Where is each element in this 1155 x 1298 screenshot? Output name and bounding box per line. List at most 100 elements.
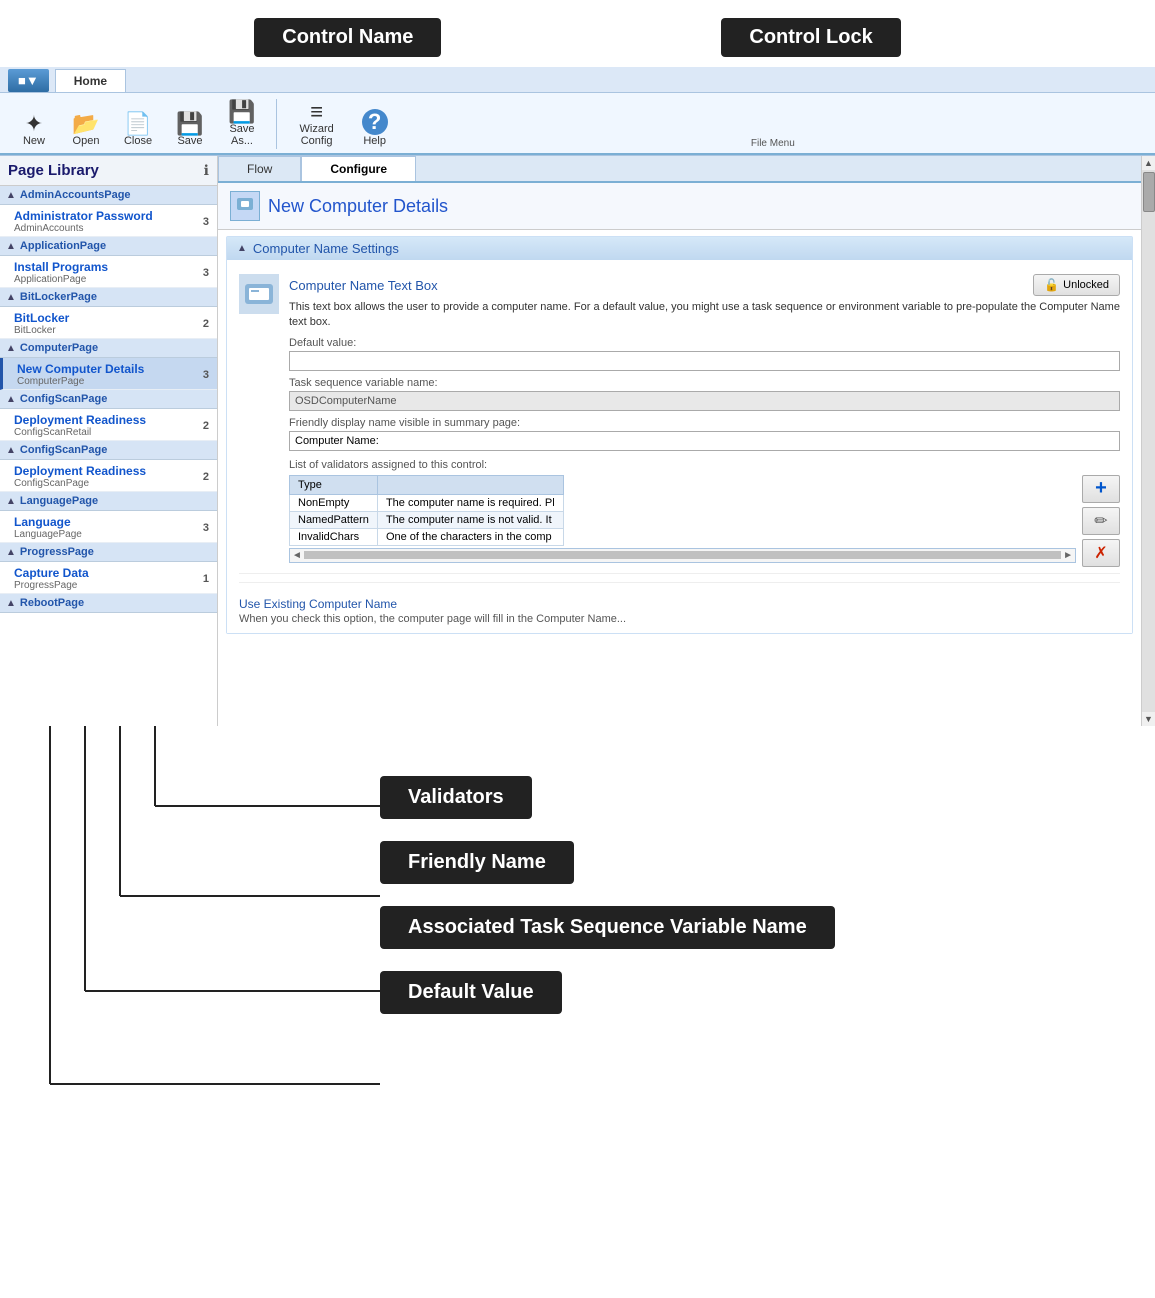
use-existing-link[interactable]: Use Existing Computer Name bbox=[239, 597, 1120, 611]
computer-name-section: ▲ Computer Name Settings Computer Name T… bbox=[226, 236, 1133, 634]
validator-desc-3: One of the characters in the comp bbox=[377, 528, 563, 545]
control-name: Computer Name Text Box bbox=[289, 278, 438, 293]
sidebar-group-progress[interactable]: ▲ ProgressPage bbox=[0, 543, 217, 562]
sidebar-group-configscan2[interactable]: ▲ ConfigScanPage bbox=[0, 441, 217, 460]
task-seq-input[interactable] bbox=[289, 391, 1120, 411]
sidebar-group-bitlocker[interactable]: ▲ BitLockerPage bbox=[0, 288, 217, 307]
tab-configure[interactable]: Configure bbox=[301, 156, 416, 181]
sidebar-item-deployment-readiness-2[interactable]: Deployment Readiness ConfigScanPage 2 bbox=[0, 460, 217, 492]
ribbon-body: ✦ New 📂 Open 📄 Close 💾 Save 💾 Save As...… bbox=[0, 93, 1155, 155]
validator-type-2: NamedPattern bbox=[290, 511, 378, 528]
ribbon-btn-help[interactable]: ? Help bbox=[353, 107, 397, 149]
ribbon-btn-save[interactable]: 💾 Save bbox=[168, 111, 212, 149]
control-lock-button[interactable]: 🔓 Unlocked bbox=[1033, 274, 1120, 296]
scroll-up-button[interactable]: ▲ bbox=[1144, 156, 1153, 170]
group-arrow-reboot: ▲ bbox=[6, 598, 16, 609]
control-info: Computer Name Text Box 🔓 Unlocked This t… bbox=[289, 274, 1120, 567]
sidebar-item-new-computer-details[interactable]: New Computer Details ComputerPage 3 bbox=[0, 358, 217, 390]
sidebar-item-bitlocker[interactable]: BitLocker BitLocker 2 bbox=[0, 307, 217, 339]
file-menu-label: File Menu bbox=[413, 138, 1133, 149]
ribbon-tabs: ■▼ Home bbox=[0, 67, 1155, 93]
section-title: Computer Name Settings bbox=[253, 241, 399, 256]
save-as-icon: 💾 bbox=[228, 101, 255, 123]
sidebar-group-configscan1[interactable]: ▲ ConfigScanPage bbox=[0, 390, 217, 409]
sidebar-group-admin[interactable]: ▲ AdminAccountsPage bbox=[0, 186, 217, 205]
group-arrow-admin: ▲ bbox=[6, 190, 16, 201]
control-name-label: Control Name bbox=[254, 18, 441, 57]
ribbon: ■▼ Home ✦ New 📂 Open 📄 Close 💾 Save 💾 Sa… bbox=[0, 67, 1155, 156]
control-title-row: Computer Name Text Box 🔓 Unlocked bbox=[289, 274, 1120, 296]
validators-table: Type NonEmpty The compute bbox=[289, 475, 564, 546]
validator-type-1: NonEmpty bbox=[290, 494, 378, 511]
ribbon-tab-home[interactable]: Home bbox=[55, 69, 126, 92]
group-arrow-configscan1: ▲ bbox=[6, 394, 16, 405]
validators-section: List of validators assigned to this cont… bbox=[289, 459, 1120, 567]
validators-label: List of validators assigned to this cont… bbox=[289, 459, 1120, 471]
sidebar-item-install-programs[interactable]: Install Programs ApplicationPage 3 bbox=[0, 256, 217, 288]
page-header-icon bbox=[230, 191, 260, 221]
vertical-scrollbar[interactable]: ▲ ▼ bbox=[1141, 156, 1155, 726]
sidebar-item-language[interactable]: Language LanguagePage 3 bbox=[0, 511, 217, 543]
sidebar-info-button[interactable]: ℹ bbox=[204, 162, 209, 179]
scroll-track bbox=[1142, 170, 1155, 712]
col-desc bbox=[377, 475, 563, 494]
sidebar-group-reboot[interactable]: ▲ RebootPage bbox=[0, 594, 217, 613]
friendly-input[interactable] bbox=[289, 431, 1120, 451]
group-arrow-bitlocker: ▲ bbox=[6, 292, 16, 303]
app-menu-button[interactable]: ■▼ bbox=[8, 69, 49, 92]
sidebar-item-admin-password[interactable]: Administrator Password AdminAccounts 3 bbox=[0, 205, 217, 237]
ribbon-btn-close[interactable]: 📄 Close bbox=[116, 111, 160, 149]
annot-task-seq-row: Associated Task Sequence Variable Name bbox=[0, 906, 1155, 949]
sidebar-item-capture-data[interactable]: Capture Data ProgressPage 1 bbox=[0, 562, 217, 594]
delete-validator-button[interactable]: ✗ bbox=[1082, 539, 1120, 567]
scroll-down-button[interactable]: ▼ bbox=[1144, 712, 1153, 726]
sidebar-group-application[interactable]: ▲ ApplicationPage bbox=[0, 237, 217, 256]
validators-wrapper: Type NonEmpty The compute bbox=[289, 475, 1120, 567]
use-existing-desc: When you check this option, the computer… bbox=[239, 613, 1120, 625]
validator-desc-2: The computer name is not valid. It bbox=[377, 511, 563, 528]
control-row: Computer Name Text Box 🔓 Unlocked This t… bbox=[239, 268, 1120, 574]
open-icon: 📂 bbox=[72, 113, 99, 135]
ribbon-btn-save-as[interactable]: 💾 Save As... bbox=[220, 99, 264, 149]
annot-friendly-row: Friendly Name bbox=[0, 841, 1155, 884]
top-labels-row: Control Name Control Lock bbox=[0, 0, 1155, 67]
lock-icon: 🔓 bbox=[1044, 278, 1059, 292]
annot-task-seq-var: Associated Task Sequence Variable Name bbox=[380, 906, 835, 949]
scroll-handle[interactable] bbox=[1143, 172, 1155, 212]
group-arrow-computer: ▲ bbox=[6, 343, 16, 354]
table-row: InvalidChars One of the characters in th… bbox=[290, 528, 564, 545]
scroll-thumb bbox=[304, 551, 1061, 559]
ribbon-btn-wizard-config[interactable]: ≡ Wizard Config bbox=[289, 99, 345, 149]
control-lock-label: Control Lock bbox=[721, 18, 900, 57]
content-tabs: Flow Configure bbox=[218, 156, 1141, 183]
content-body: New Computer Details ▲ Computer Name Set… bbox=[218, 183, 1141, 726]
annot-friendly-name: Friendly Name bbox=[380, 841, 574, 884]
lock-label: Unlocked bbox=[1063, 279, 1109, 291]
sidebar-group-computer[interactable]: ▲ ComputerPage bbox=[0, 339, 217, 358]
validators-scroll[interactable]: ◄ ► bbox=[289, 548, 1076, 563]
group-arrow-progress: ▲ bbox=[6, 547, 16, 558]
ribbon-btn-open[interactable]: 📂 Open bbox=[64, 111, 108, 149]
table-row: NamedPattern The computer name is not va… bbox=[290, 511, 564, 528]
content-pane: Flow Configure New Computer Details ▲ Co… bbox=[218, 156, 1141, 726]
tab-flow[interactable]: Flow bbox=[218, 156, 301, 181]
save-icon: 💾 bbox=[176, 113, 203, 135]
add-validator-button[interactable]: + bbox=[1082, 475, 1120, 503]
sidebar-item-deployment-readiness-1[interactable]: Deployment Readiness ConfigScanRetail 2 bbox=[0, 409, 217, 441]
validator-desc-1: The computer name is required. Pl bbox=[377, 494, 563, 511]
new-icon: ✦ bbox=[25, 113, 43, 135]
edit-validator-button[interactable]: ✏ bbox=[1082, 507, 1120, 535]
ribbon-btn-new[interactable]: ✦ New bbox=[12, 111, 56, 149]
use-existing-section: Use Existing Computer Name When you chec… bbox=[239, 582, 1120, 625]
control-description: This text box allows the user to provide… bbox=[289, 300, 1120, 331]
sidebar-title: Page Library bbox=[8, 162, 99, 179]
default-value-input[interactable] bbox=[289, 351, 1120, 371]
page-header: New Computer Details bbox=[218, 183, 1141, 230]
annotation-area: Validators Friendly Name Associated Task… bbox=[0, 726, 1155, 1146]
task-seq-label: Task sequence variable name: bbox=[289, 377, 1120, 389]
annot-validators-row: Validators bbox=[0, 776, 1155, 819]
help-icon: ? bbox=[362, 109, 388, 135]
sidebar-group-language[interactable]: ▲ LanguagePage bbox=[0, 492, 217, 511]
section-header[interactable]: ▲ Computer Name Settings bbox=[227, 237, 1132, 260]
scroll-left-arrow: ◄ bbox=[292, 550, 302, 561]
